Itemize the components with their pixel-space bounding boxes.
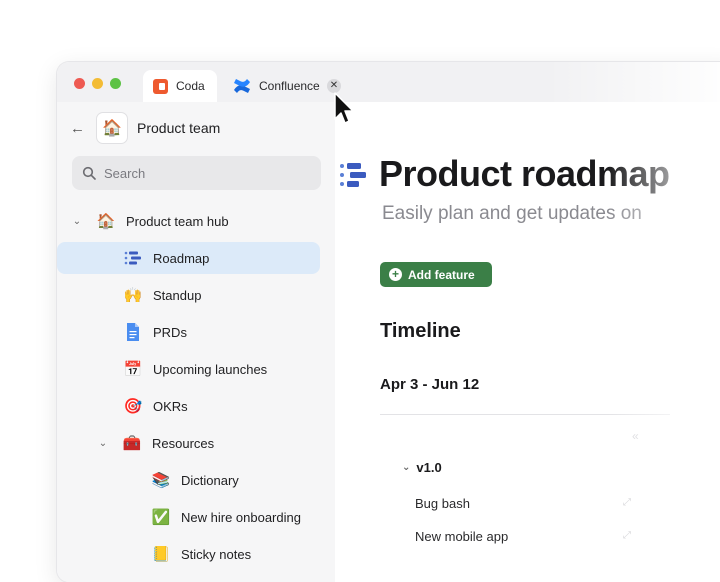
sidebar-item-upcoming-launches[interactable]: 📅 Upcoming launches — [123, 353, 268, 385]
sidebar-item-dictionary[interactable]: 📚 Dictionary — [151, 464, 239, 496]
app-window: Coda Confluence ✕ ← 🏠 Product team Searc… — [57, 62, 720, 582]
maximize-window-button[interactable] — [110, 78, 121, 89]
timeline-heading: Timeline — [380, 320, 461, 342]
sidebar-item-label: Product team hub — [126, 213, 229, 229]
workspace-title: Product team — [137, 120, 221, 136]
sidebar-item-label: Roadmap — [153, 250, 210, 266]
sidebar-item-prds[interactable]: PRDs — [123, 316, 187, 348]
sidebar-item-label: Sticky notes — [181, 546, 252, 562]
tab-label: Coda — [176, 79, 205, 93]
sidebar-item-label: OKRs — [153, 398, 188, 414]
sidebar-header: ← 🏠 Product team — [57, 112, 335, 144]
sidebar-item-sticky-notes[interactable]: 📒 Sticky notes — [151, 538, 251, 570]
row-label: New mobile app — [415, 529, 509, 544]
expand-row-icon[interactable]: ⤢ — [623, 497, 631, 508]
chevron-down-icon[interactable]: ⌄ — [402, 462, 410, 473]
document-icon — [127, 323, 139, 341]
sidebar-item-label: Upcoming launches — [153, 361, 268, 377]
add-feature-button[interactable]: + Add feature — [380, 262, 492, 287]
sidebar-item-new-hire-onboarding[interactable]: ✅ New hire onboarding — [151, 501, 301, 533]
plus-icon: + — [389, 268, 402, 281]
browser-tab-bar: Coda Confluence ✕ — [57, 62, 720, 102]
roadmap-icon — [124, 251, 141, 265]
row-label: Bug bash — [415, 496, 470, 511]
sidebar-item-label: Standup — [153, 287, 202, 303]
mouse-cursor-icon — [334, 92, 354, 124]
add-feature-label: Add feature — [408, 267, 475, 282]
sidebar-item-roadmap[interactable]: Roadmap — [57, 242, 320, 274]
confluence-logo-icon — [234, 79, 250, 93]
toolbox-icon: 🧰 — [122, 435, 142, 452]
close-tab-icon[interactable]: ✕ — [327, 79, 341, 93]
calendar-icon: 📅 — [123, 361, 143, 378]
group-header-v1[interactable]: ⌄ v1.0 — [402, 460, 442, 475]
coda-logo-icon — [153, 78, 168, 94]
divider — [380, 414, 670, 415]
sidebar-item-label: Dictionary — [181, 472, 239, 488]
table-row[interactable]: Bug bash — [415, 496, 470, 511]
search-icon — [82, 166, 96, 180]
tab-label: Confluence — [259, 79, 320, 93]
search-input[interactable]: Search — [72, 156, 321, 190]
sidebar-item-standup[interactable]: 🙌 Standup — [123, 279, 202, 311]
workspace-house-icon: 🏠 — [96, 112, 128, 144]
sidebar: ← 🏠 Product team Search ⌄ 🏠 Product team… — [57, 102, 335, 582]
sidebar-item-label: Resources — [152, 435, 215, 451]
page-title: Product roadmap — [379, 153, 670, 194]
back-arrow-icon[interactable]: ← — [70, 120, 90, 137]
raised-hands-icon: 🙌 — [123, 287, 143, 304]
sidebar-item-label: New hire onboarding — [181, 509, 301, 525]
tab-bar-fade — [547, 62, 720, 102]
checkbox-icon: ✅ — [151, 509, 171, 526]
sidebar-item-label: PRDs — [153, 324, 187, 340]
close-window-button[interactable] — [74, 78, 85, 89]
group-label: v1.0 — [416, 460, 442, 475]
sticky-note-icon: 📒 — [151, 546, 171, 563]
books-icon: 📚 — [151, 472, 171, 489]
sidebar-item-product-team-hub[interactable]: ⌄ 🏠 Product team hub — [70, 205, 320, 237]
search-placeholder: Search — [104, 165, 146, 181]
chevron-down-icon[interactable]: ⌄ — [96, 438, 110, 449]
roadmap-icon — [340, 163, 366, 187]
chevron-down-icon[interactable]: ⌄ — [70, 216, 84, 227]
collapse-icon[interactable]: « — [632, 429, 639, 443]
document-canvas: Product roadmap Easily plan and get upda… — [335, 102, 720, 582]
expand-row-icon[interactable]: ⤢ — [623, 530, 631, 541]
sidebar-item-okrs[interactable]: 🎯 OKRs — [123, 390, 188, 422]
target-icon: 🎯 — [123, 398, 143, 415]
minimize-window-button[interactable] — [92, 78, 103, 89]
page-subtitle: Easily plan and get updates on — [382, 203, 642, 224]
date-range: Apr 3 - Jun 12 — [380, 376, 480, 393]
tab-coda[interactable]: Coda — [143, 70, 217, 102]
sidebar-item-resources[interactable]: ⌄ 🧰 Resources — [96, 427, 214, 459]
table-row[interactable]: New mobile app — [415, 529, 508, 544]
house-icon: 🏠 — [96, 213, 116, 230]
